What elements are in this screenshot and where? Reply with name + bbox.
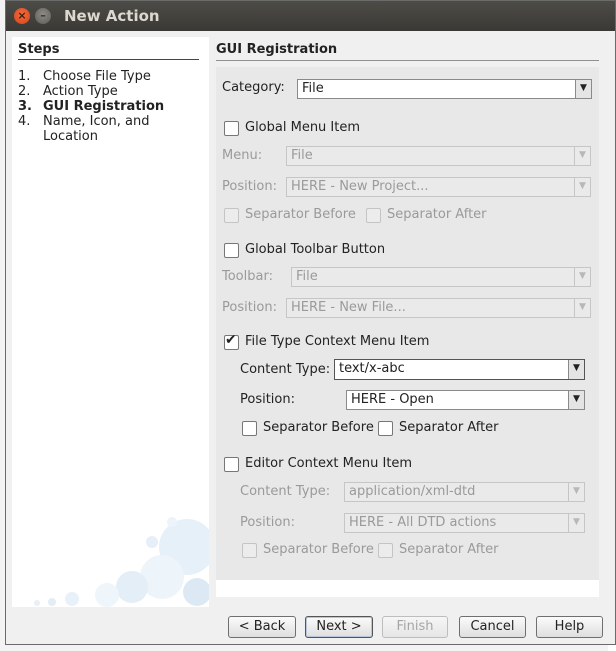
- next-button[interactable]: Next >: [305, 616, 373, 638]
- close-icon[interactable]: ×: [14, 8, 30, 24]
- chevron-down-icon[interactable]: ▼: [575, 80, 591, 98]
- minimize-icon[interactable]: –: [35, 8, 51, 24]
- chevron-down-icon[interactable]: ▼: [568, 483, 584, 501]
- chevron-down-icon[interactable]: ▼: [568, 391, 584, 409]
- editor-context-menu-item-label: Editor Context Menu Item: [245, 456, 413, 471]
- position-label: Position:: [240, 392, 295, 407]
- position-label: Position:: [222, 179, 277, 194]
- step-number: 1.: [18, 69, 31, 84]
- step-number: 3.: [18, 99, 32, 114]
- content-panel: GUI Registration Category: File ▼ Global…: [216, 37, 609, 607]
- finish-button[interactable]: Finish: [382, 616, 448, 638]
- step-label: GUI Registration: [43, 99, 165, 114]
- chevron-down-icon[interactable]: ▼: [574, 268, 590, 286]
- content-type-select[interactable]: text/x-abc ▼: [334, 359, 585, 380]
- toolbar-value: File: [296, 269, 318, 284]
- window-title: New Action: [64, 7, 160, 25]
- step-label: Name, Icon, and Location: [43, 114, 150, 144]
- chevron-down-icon[interactable]: ▼: [568, 514, 584, 532]
- back-button[interactable]: < Back: [228, 616, 296, 638]
- editor-content-type-select[interactable]: application/xml-dtd ▼: [344, 482, 585, 502]
- category-label: Category:: [222, 80, 285, 95]
- editor-content-type-value: application/xml-dtd: [349, 484, 476, 499]
- position-label: Position:: [240, 515, 295, 530]
- steps-heading: Steps: [18, 42, 199, 60]
- step-label: Choose File Type: [43, 69, 151, 84]
- separator-after-label: Separator After: [399, 420, 499, 435]
- title-bar: × – New Action: [6, 1, 615, 31]
- menu-position-value: HERE - New Project...: [291, 179, 429, 194]
- chevron-down-icon[interactable]: ▼: [574, 178, 590, 196]
- category-select[interactable]: File ▼: [297, 79, 592, 99]
- separator-after-label: Separator After: [387, 207, 487, 222]
- global-menu-item-label: Global Menu Item: [245, 120, 361, 135]
- cancel-button[interactable]: Cancel: [459, 616, 526, 638]
- toolbar-position-value: HERE - New File...: [291, 300, 406, 315]
- chevron-down-icon[interactable]: ▼: [568, 360, 584, 379]
- global-toolbar-button-label: Global Toolbar Button: [245, 242, 386, 257]
- form-panel: [216, 67, 599, 587]
- separator-before-label: Separator Before: [263, 420, 374, 435]
- file-type-context-menu-item-label: File Type Context Menu Item: [245, 334, 430, 349]
- content-type-value: text/x-abc: [339, 361, 405, 376]
- steps-panel: Steps 1. Choose File Type 2. Action Type…: [12, 37, 209, 607]
- editor-position-value: HERE - All DTD actions: [349, 515, 497, 530]
- form-bottom-area: [216, 580, 599, 597]
- position-label: Position:: [222, 300, 277, 315]
- separator-before-label: Separator Before: [245, 207, 356, 222]
- editor-position-select[interactable]: HERE - All DTD actions ▼: [344, 513, 585, 533]
- menu-position-select[interactable]: HERE - New Project... ▼: [286, 177, 591, 197]
- context-position-select[interactable]: HERE - Open ▼: [346, 390, 585, 410]
- menu-label: Menu:: [222, 148, 263, 163]
- toolbar-position-select[interactable]: HERE - New File... ▼: [286, 298, 591, 318]
- checkmark-icon: ✔: [225, 332, 237, 348]
- category-value: File: [302, 81, 324, 96]
- menu-value: File: [291, 148, 313, 163]
- separator-after-label: Separator After: [399, 542, 499, 557]
- content-type-label: Content Type:: [240, 362, 331, 377]
- toolbar-select[interactable]: File ▼: [291, 267, 591, 287]
- content-type-label: Content Type:: [240, 484, 331, 499]
- menu-select[interactable]: File ▼: [286, 146, 591, 166]
- step-number: 4.: [18, 114, 31, 129]
- context-position-value: HERE - Open: [351, 392, 434, 407]
- toolbar-label: Toolbar:: [222, 269, 273, 284]
- decorative-bubbles: [34, 517, 209, 607]
- page-title: GUI Registration: [216, 42, 599, 61]
- chevron-down-icon[interactable]: ▼: [574, 299, 590, 317]
- help-button[interactable]: Help: [536, 616, 603, 638]
- new-action-dialog: × – New Action Steps 1. Choose File Type…: [5, 0, 616, 645]
- separator-before-label: Separator Before: [263, 542, 374, 557]
- step-label: Action Type: [43, 84, 118, 99]
- step-number: 2.: [18, 84, 31, 99]
- chevron-down-icon[interactable]: ▼: [574, 147, 590, 165]
